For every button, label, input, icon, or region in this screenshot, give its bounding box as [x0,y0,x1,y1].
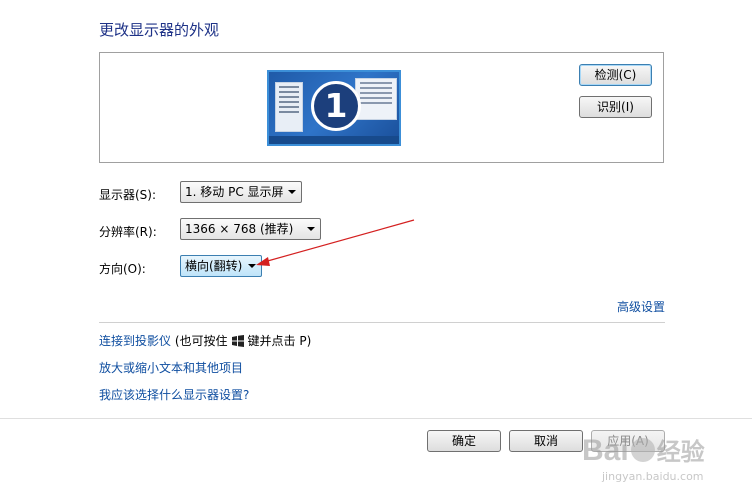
detect-button[interactable]: 检测(C) [579,64,652,86]
identify-button[interactable]: 识别(I) [579,96,652,118]
taskbar-thumbnail [269,136,399,144]
projector-row: 连接到投影仪 (也可按住 键并点击 P) [99,332,311,349]
display-label: 显示器(S): [99,188,157,202]
orientation-label: 方向(O): [99,262,146,276]
advanced-settings-link[interactable]: 高级设置 [617,298,665,315]
resolution-label: 分辨率(R): [99,225,157,239]
monitor-number-badge: 1 [311,81,361,131]
watermark-brand-tail: 经验 [656,439,705,466]
monitor-1-thumbnail[interactable]: 1 [267,70,401,146]
windows-key-icon [231,335,244,347]
window-thumbnail-icon [275,82,303,132]
connect-projector-link[interactable]: 连接到投影仪 [99,334,171,348]
page-title: 更改显示器的外观 [99,21,220,39]
display-preview-area: 1 检测(C) 识别(I) [99,52,664,163]
paw-icon [630,438,655,462]
display-select[interactable]: 1. 移动 PC 显示屏 [180,181,302,203]
projector-hint-suffix: 键并点击 P) [247,334,312,348]
watermark-url: jingyan.baidu.com [602,470,704,483]
annotation-arrow-icon [256,219,415,266]
text-size-link[interactable]: 放大或缩小文本和其他项目 [99,359,243,376]
display-select-value: 1. 移动 PC 显示屏 [185,185,284,199]
footer-divider [0,418,752,419]
display-settings-help-link[interactable]: 我应该选择什么显示器设置? [99,386,249,403]
ok-button[interactable]: 确定 [427,430,501,452]
projector-hint-prefix: (也可按住 [174,334,228,348]
chevron-down-icon [288,190,296,194]
baidu-watermark: Bai 经验 jingyan.baidu.com [582,432,722,488]
divider [99,322,665,323]
window-thumbnail-icon [355,78,397,120]
watermark-brand: Bai [582,434,629,467]
cancel-button[interactable]: 取消 [509,430,583,452]
orientation-select-value: 横向(翻转) [185,259,243,273]
